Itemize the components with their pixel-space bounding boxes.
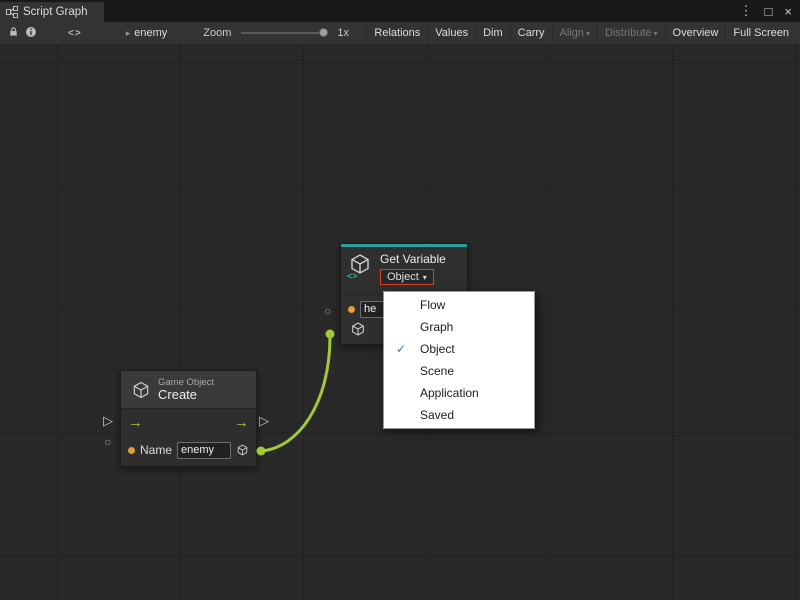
create-name-row: Name: [121, 435, 256, 465]
graph-field-arrow-icon: ▸: [126, 28, 131, 39]
connection-edge[interactable]: [261, 336, 330, 451]
flow-in-arrow-icon[interactable]: →: [128, 415, 143, 431]
script-graph-icon: [6, 6, 18, 18]
variable-code-icon: <>: [347, 271, 358, 281]
menu-item-saved[interactable]: Saved: [384, 404, 534, 426]
window-menu-icon[interactable]: ⋮: [740, 3, 753, 19]
chevron-down-icon: ▾: [586, 29, 590, 38]
menu-item-label: Scene: [420, 364, 454, 378]
cube-icon: [131, 380, 151, 400]
menu-item-label: Flow: [420, 298, 445, 312]
menu-item-label: Saved: [420, 408, 454, 422]
create-flow-out-port[interactable]: ▷: [259, 414, 269, 427]
node-create-game-object[interactable]: Game Object Create → → Name: [120, 370, 257, 467]
window-controls: ⋮ □ ×: [740, 0, 800, 22]
create-node-header: Game Object Create: [121, 371, 256, 409]
menu-item-label: Application: [420, 386, 479, 400]
chevron-down-icon: ▾: [654, 29, 658, 38]
tab-title: Script Graph: [23, 6, 88, 18]
code-view-icon[interactable]: <>: [68, 28, 82, 39]
menu-item-scene[interactable]: Scene: [384, 360, 534, 382]
create-flow-in-port[interactable]: ▷: [103, 414, 113, 427]
values-button[interactable]: Values: [427, 22, 475, 44]
edge-end-dot[interactable]: [326, 330, 335, 339]
graph-name-text: enemy: [134, 27, 167, 39]
zoom-value: 1x: [337, 27, 349, 39]
getvar-node-title: Get Variable: [380, 252, 446, 266]
relations-button[interactable]: Relations: [366, 22, 427, 44]
menu-item-graph[interactable]: Graph: [384, 316, 534, 338]
close-icon[interactable]: ×: [784, 4, 792, 19]
flow-out-arrow-icon[interactable]: →: [234, 415, 249, 431]
distribute-button[interactable]: Distribute▾: [597, 22, 664, 44]
graph-canvas[interactable]: ▷ ○ ▷ ○ Game Object Create → → Name: [0, 44, 800, 600]
name-label: Name: [140, 443, 172, 457]
align-button[interactable]: Align▾: [552, 22, 597, 44]
menu-item-flow[interactable]: Flow: [384, 294, 534, 316]
edge-start-dot[interactable]: [257, 447, 266, 456]
menu-item-object[interactable]: ✓ Object: [384, 338, 534, 360]
overview-button[interactable]: Overview: [665, 22, 726, 44]
zoom-slider-handle[interactable]: [319, 28, 328, 37]
window-tab-bar: Script Graph ⋮ □ ×: [0, 0, 800, 22]
zoom-slider[interactable]: [241, 32, 325, 34]
name-value-input[interactable]: [177, 442, 231, 459]
lock-icon[interactable]: [4, 26, 22, 40]
menu-item-application[interactable]: Application: [384, 382, 534, 404]
tab-script-graph[interactable]: Script Graph: [0, 2, 104, 22]
string-port-dot[interactable]: [128, 447, 135, 454]
create-node-title: Create: [158, 388, 214, 402]
variable-kind-value: Object: [387, 271, 419, 283]
getvar-node-header: <> Get Variable Object ▾: [341, 247, 467, 294]
zoom-label: Zoom: [203, 27, 231, 39]
check-icon: ✓: [396, 338, 406, 360]
string-port-dot[interactable]: [348, 306, 355, 313]
chevron-down-icon: ▾: [423, 273, 427, 282]
create-flow-row: → →: [121, 409, 256, 435]
variable-kind-menu: Flow Graph ✓ Object Scene Application Sa…: [383, 291, 535, 429]
toolbar-buttons: Relations Values Dim Carry Align▾ Distri…: [366, 22, 796, 44]
maximize-icon[interactable]: □: [765, 4, 773, 19]
variable-cube-icon: <>: [348, 252, 374, 278]
distribute-button-label: Distribute: [605, 27, 651, 39]
create-name-in-port[interactable]: ○: [104, 436, 111, 449]
graph-toolbar: <> ▸ enemy Zoom 1x Relations Values Dim …: [0, 22, 800, 45]
menu-item-label: Object: [420, 342, 455, 356]
fullscreen-button[interactable]: Full Screen: [725, 22, 796, 44]
getvar-name-in-port[interactable]: ○: [324, 305, 331, 318]
align-button-label: Align: [560, 27, 584, 39]
variable-kind-dropdown[interactable]: Object ▾: [380, 269, 434, 285]
game-object-out-port-icon[interactable]: [236, 442, 249, 458]
graph-name-field[interactable]: ▸ enemy: [126, 27, 168, 39]
game-object-in-port-icon[interactable]: [350, 321, 366, 337]
dim-button[interactable]: Dim: [475, 22, 510, 44]
info-icon[interactable]: [22, 26, 40, 41]
menu-item-label: Graph: [420, 320, 453, 334]
carry-button[interactable]: Carry: [510, 22, 552, 44]
